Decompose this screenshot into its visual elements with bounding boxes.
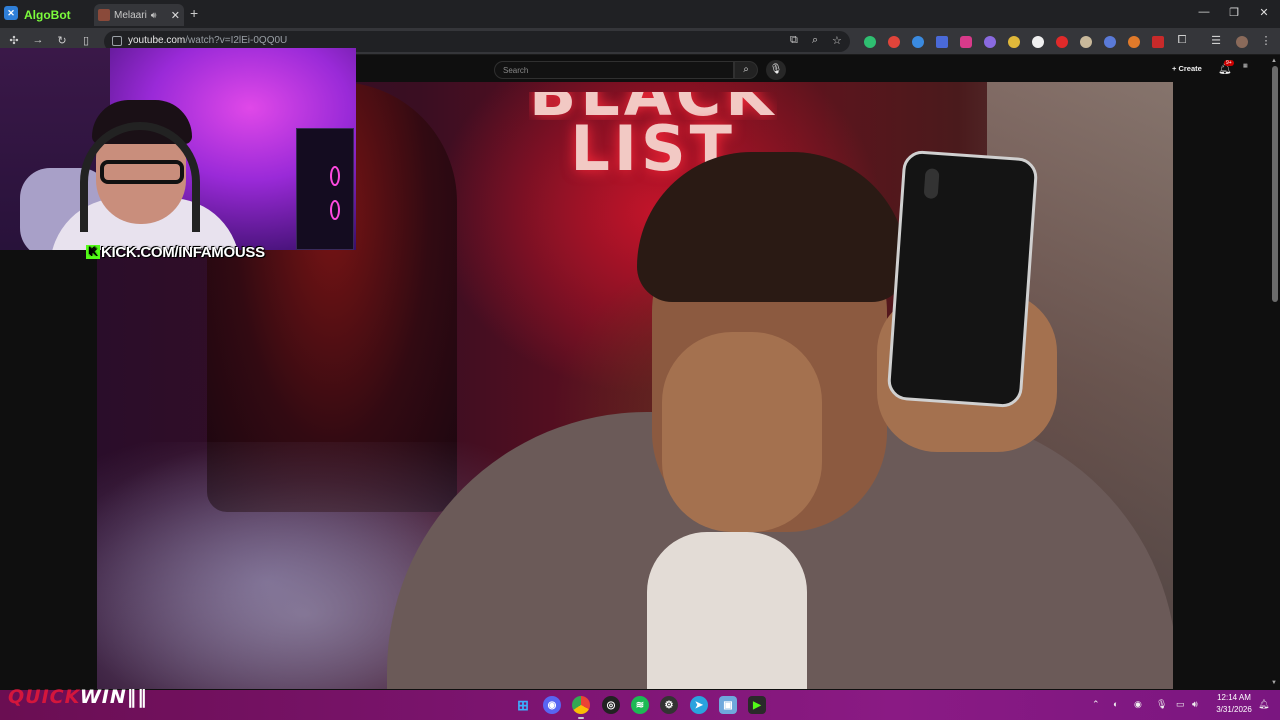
- extension-icon[interactable]: [888, 36, 900, 48]
- network-icon[interactable]: ▭: [1176, 699, 1185, 710]
- kick-channel-label: K KICK.COM/INFAMOUSS: [86, 242, 265, 262]
- volume-icon[interactable]: 🔊︎: [1192, 699, 1198, 710]
- speaker-icon[interactable]: 🔊︎: [151, 10, 157, 21]
- extensions-puzzle-icon[interactable]: ⧠: [1174, 34, 1190, 47]
- tray-discord-icon[interactable]: ◉: [1134, 699, 1142, 710]
- discord-icon[interactable]: ◉: [543, 696, 561, 714]
- minimize-button[interactable]: —: [1194, 6, 1214, 18]
- scroll-up-icon[interactable]: ▲: [1271, 58, 1277, 64]
- rgb-fan-icon: [330, 166, 340, 186]
- windows-taskbar: ⊞ ◉ ◎ ≋ ⚙ ➤ ▣ ▶ ⌃ ◐ ◉ 🎙︎ ▭ 🔊︎ 12:14 AM 3…: [0, 690, 1280, 720]
- account-avatar[interactable]: ▦: [1243, 63, 1255, 75]
- terminal-icon[interactable]: ▶: [748, 696, 766, 714]
- url-path: /watch?v=I2lEi-0QQ0U: [185, 35, 288, 46]
- kick-url-text: KICK.COM/INFAMOUSS: [101, 243, 265, 261]
- bookmark-star-icon[interactable]: ☆: [832, 34, 842, 47]
- tab-label: AlgoBot: [24, 8, 71, 22]
- brand-stripes-icon: ‖‖: [126, 686, 148, 708]
- url-host: youtube.com: [128, 35, 186, 46]
- brand-part-1: QUICK: [8, 686, 80, 708]
- restore-button[interactable]: ❐: [1224, 6, 1244, 19]
- brand-part-2: WIN: [79, 686, 127, 708]
- person-shirt-image: [647, 532, 807, 689]
- rgb-fan-icon: [330, 200, 340, 220]
- reload-icon[interactable]: ↻: [54, 34, 70, 47]
- profile-avatar-icon[interactable]: [1236, 36, 1248, 48]
- obs-icon[interactable]: ◎: [602, 696, 620, 714]
- forward-icon[interactable]: →: [30, 34, 46, 46]
- reading-list-icon[interactable]: ☰: [1208, 34, 1224, 47]
- scroll-thumb[interactable]: [1272, 66, 1278, 302]
- close-window-button[interactable]: ✕: [1254, 6, 1274, 19]
- smartphone-image: [886, 149, 1039, 409]
- kick-logo-icon: K: [86, 245, 100, 259]
- photos-icon[interactable]: ▣: [719, 696, 737, 714]
- tray-chevron-icon[interactable]: ⌃: [1092, 699, 1100, 710]
- search-input[interactable]: Search: [494, 61, 734, 79]
- extension-icon[interactable]: [936, 36, 948, 48]
- chrome-icon[interactable]: [572, 696, 590, 714]
- browser-tab-bar: ✕ AlgoBot Melaari 🔊︎ ✕ + — ❐ ✕: [0, 0, 1280, 28]
- url-text[interactable]: youtube.com/watch?v=I2lEi-0QQ0U: [128, 35, 287, 46]
- new-tab-button[interactable]: +: [190, 5, 198, 21]
- create-label: Create: [1178, 64, 1202, 73]
- clock-time[interactable]: 12:14 AM: [1212, 693, 1256, 702]
- tab-melaari[interactable]: Melaari 🔊︎ ✕: [94, 4, 184, 26]
- tab-favicon-icon: [98, 9, 110, 21]
- telegram-icon[interactable]: ➤: [690, 696, 708, 714]
- tray-app-icon[interactable]: ◐: [1113, 699, 1118, 709]
- site-info-icon[interactable]: [112, 36, 122, 46]
- windows-start-icon[interactable]: ⊞: [514, 696, 532, 714]
- chrome-menu-icon[interactable]: ⋮: [1258, 34, 1274, 47]
- tab-label: Melaari: [114, 9, 147, 21]
- extension-icon[interactable]: [1104, 36, 1116, 48]
- webcam-overlay: [0, 48, 356, 250]
- steam-icon[interactable]: ⚙: [660, 696, 678, 714]
- scroll-down-icon[interactable]: ▼: [1271, 680, 1277, 686]
- webcam-pc-case-image: [296, 128, 354, 250]
- extension-icon[interactable]: [1080, 36, 1092, 48]
- quickwin-brand-logo: QUICKWIN‖‖: [8, 686, 148, 708]
- page-scrollbar[interactable]: ▲ ▼: [1270, 56, 1280, 690]
- install-app-icon[interactable]: ⧉: [790, 34, 798, 47]
- phone-camera-icon: [923, 168, 940, 200]
- extension-icon[interactable]: [1056, 36, 1068, 48]
- extension-icon[interactable]: [1032, 36, 1044, 48]
- spotify-icon[interactable]: ≋: [631, 696, 649, 714]
- active-app-indicator: [578, 717, 584, 719]
- app-icon[interactable]: ✕: [4, 6, 18, 20]
- extension-icon[interactable]: [864, 36, 876, 48]
- extension-icon[interactable]: [1152, 36, 1164, 48]
- zoom-icon[interactable]: ⌕: [812, 34, 818, 47]
- hand-over-mouth-image: [662, 332, 822, 532]
- create-button[interactable]: + Create: [1172, 64, 1202, 73]
- extension-icon[interactable]: [912, 36, 924, 48]
- extension-icon[interactable]: [1128, 36, 1140, 48]
- extension-icon[interactable]: [1008, 36, 1020, 48]
- microphone-icon[interactable]: 🎙︎: [766, 60, 786, 80]
- notification-count-badge: 9+: [1224, 60, 1234, 66]
- clock-date[interactable]: 3/31/2026: [1212, 705, 1256, 714]
- extensions-menu-icon[interactable]: ✣: [6, 34, 22, 47]
- extension-icon[interactable]: [984, 36, 996, 48]
- extension-icon[interactable]: [960, 36, 972, 48]
- close-tab-icon[interactable]: ✕: [171, 9, 180, 22]
- notifications-icon[interactable]: 🔔︎: [1258, 699, 1269, 710]
- search-icon[interactable]: ⌕: [734, 61, 758, 79]
- microphone-tray-icon[interactable]: 🎙︎: [1156, 699, 1167, 710]
- tab-algobot[interactable]: AlgoBot: [24, 4, 94, 26]
- side-panel-icon[interactable]: ▯: [78, 34, 94, 47]
- glasses-image: [100, 160, 184, 184]
